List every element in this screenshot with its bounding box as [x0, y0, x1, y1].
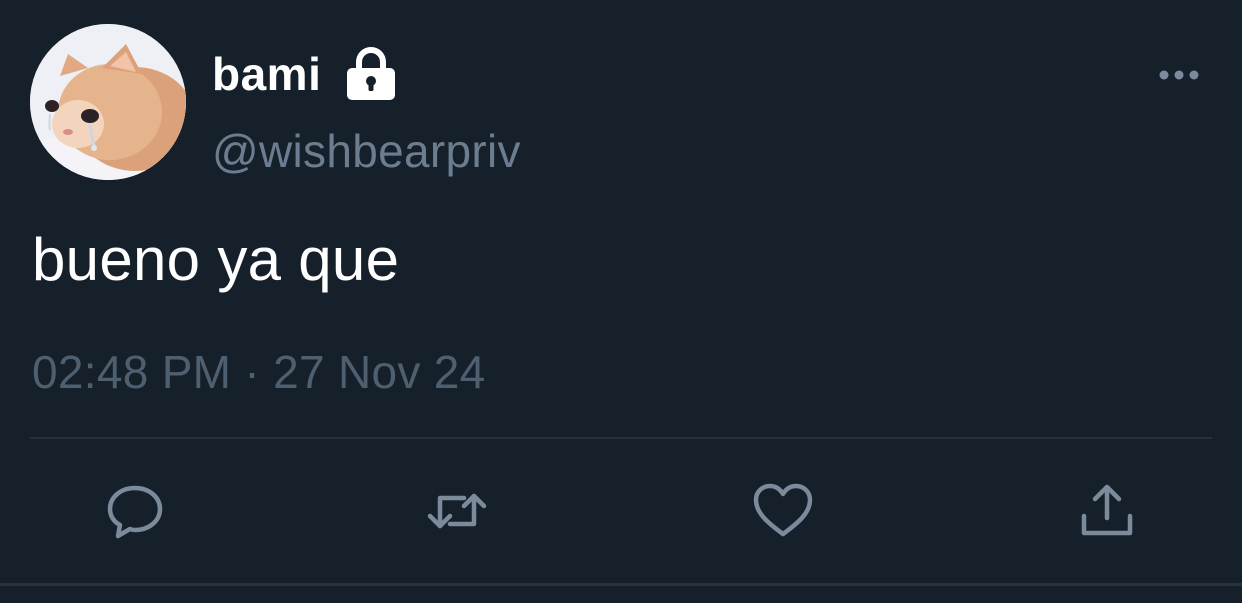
- divider: [30, 437, 1212, 439]
- reply-button[interactable]: [102, 478, 168, 544]
- more-horizontal-icon[interactable]: [1156, 64, 1202, 86]
- retweet-button[interactable]: [424, 478, 490, 544]
- lock-icon: [345, 46, 397, 102]
- timestamp-separator: ·: [244, 346, 261, 398]
- share-button[interactable]: [1074, 478, 1140, 544]
- comment-icon: [107, 485, 163, 539]
- tweet-timestamp[interactable]: 02:48 PM · 27 Nov 24: [32, 344, 486, 400]
- display-name[interactable]: bami: [212, 46, 321, 102]
- user-display-name-row[interactable]: bami: [212, 46, 397, 102]
- retweet-icon: [427, 493, 487, 529]
- bottom-divider: [0, 583, 1242, 586]
- tweet-date: 27 Nov 24: [273, 346, 486, 398]
- tweet-card: bami @wishbearpriv bueno ya que 02:48 PM…: [0, 0, 1242, 603]
- share-icon: [1081, 484, 1133, 536]
- tweet-time: 02:48 PM: [32, 346, 232, 398]
- like-button[interactable]: [750, 478, 816, 544]
- avatar[interactable]: [30, 24, 186, 180]
- tweet-text: bueno ya que: [32, 226, 400, 293]
- user-handle[interactable]: @wishbearpriv: [212, 122, 521, 180]
- heart-icon: [753, 483, 813, 537]
- kitten-avatar-image: [30, 24, 186, 180]
